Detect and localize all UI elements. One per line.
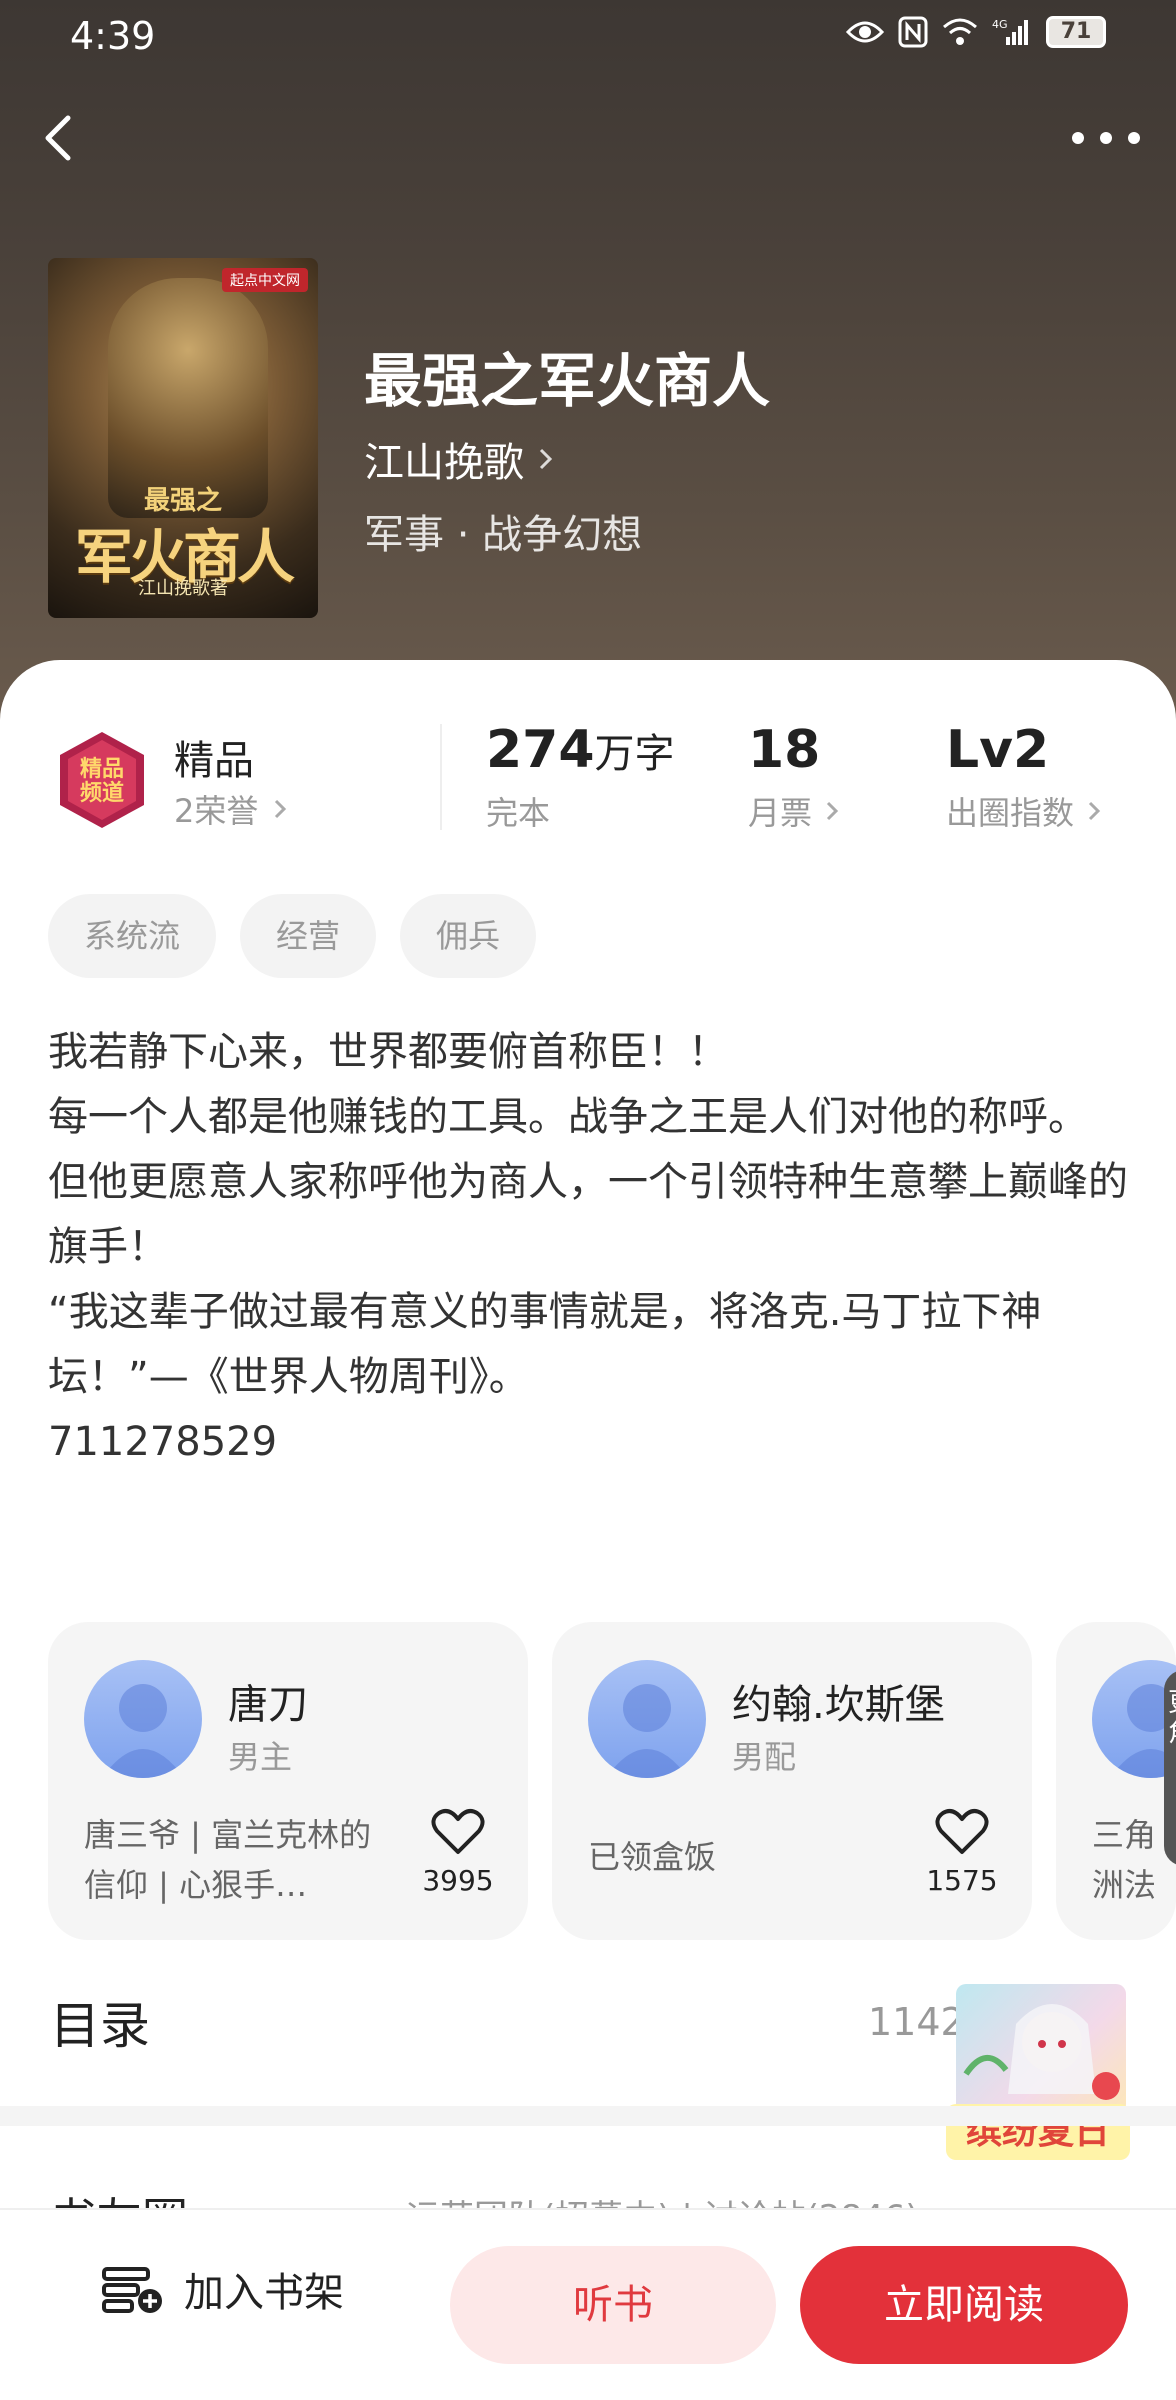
circle-summary: 运营团队(招募中) | 讨论帖(2846) [406, 2190, 919, 2210]
role-like-count: 3995 [422, 1864, 494, 1897]
more-roles-tab[interactable]: 更多角色 [1164, 1670, 1176, 1866]
book-title: 最强之军火商人 [364, 347, 771, 415]
monthly-ticket-value: 18 [748, 720, 821, 780]
add-to-shelf-button[interactable]: 加入书架 [100, 2260, 344, 2318]
chevron-right-icon [539, 448, 553, 470]
book-author-link[interactable]: 江山挽歌 [364, 430, 556, 488]
monthly-ticket-stat[interactable]: 18 月票 [748, 720, 840, 834]
description-line: 我若静下心来，世界都要俯首称臣！！ [48, 1029, 728, 1075]
role-card[interactable]: 约翰.坎斯堡 男配 已领盒饭 1575 [552, 1622, 1032, 1940]
influence-stat[interactable]: Lv2 出圈指数 [946, 720, 1102, 834]
nfc-icon [898, 16, 928, 48]
role-desc: 已领盒饭 [588, 1838, 717, 1876]
role-like-button[interactable]: 1575 [922, 1808, 1002, 1897]
word-count-stat: 274万字 完本 [486, 720, 675, 834]
svg-text:精品: 精品 [80, 756, 124, 782]
honor-count: 2荣誉 [174, 792, 259, 830]
anime-character-image [963, 2004, 1120, 2100]
chevron-right-icon [826, 801, 839, 821]
role-desc: 三角洲法官! [1092, 1816, 1157, 1904]
description-line: 每一个人都是他赚钱的工具。战争之王是人们对他的称呼。 [48, 1094, 1088, 1140]
role-carousel[interactable]: 唐刀 男主 唐三爷 | 富兰克林的信仰 | 心狠手… 3995 约翰.坎斯堡 男… [48, 1622, 1176, 1940]
status-bar: 4:39 4G 71 [0, 0, 1176, 70]
add-to-shelf-label: 加入书架 [184, 2270, 344, 2316]
description-line: 711278529 [48, 1419, 278, 1465]
role-type: 男配 [732, 1738, 797, 1776]
book-author-name: 江山挽歌 [364, 440, 524, 486]
stats-row: 精品 频道 精品 2荣誉 274万字 完本 18 月票 Lv2 出圈指数 [0, 710, 1176, 850]
book-circle-row[interactable]: 书友圈 运营团队(招募中) | 讨论帖(2846) [0, 2150, 1176, 2210]
eye-icon [846, 21, 884, 43]
stats-divider [440, 724, 442, 830]
bottom-action-bar: 加入书架 听书 立即阅读 [0, 2208, 1176, 2400]
influence-label: 出圈指数 [946, 794, 1075, 832]
role-type: 男主 [228, 1738, 293, 1776]
heart-icon [935, 1809, 989, 1854]
toc-label: 目录 [50, 1997, 150, 2055]
svg-text:4G: 4G [992, 18, 1008, 31]
monthly-ticket-label: 月票 [748, 794, 813, 832]
role-like-button[interactable]: 3995 [418, 1808, 498, 1897]
chevron-right-icon [1088, 801, 1101, 821]
role-card[interactable]: 三角洲法官! [1056, 1622, 1176, 1940]
role-name: 约翰.坎斯堡 [732, 1682, 945, 1728]
status-time: 4:39 [70, 14, 156, 58]
quality-badge-icon: 精品 频道 [60, 732, 144, 828]
role-name: 唐刀 [228, 1682, 308, 1728]
status-icons: 4G 71 [846, 16, 1106, 48]
book-description[interactable]: 我若静下心来，世界都要俯首称臣！！ 每一个人都是他赚钱的工具。战争之王是人们对他… [48, 1020, 1138, 1475]
more-dots-icon[interactable] [1066, 118, 1146, 158]
role-avatar [588, 1660, 706, 1778]
promo-art [956, 1984, 1126, 2114]
role-like-count: 1575 [926, 1864, 998, 1897]
chevron-right-icon [275, 799, 287, 819]
tag-list: 系统流 经营 佣兵 [48, 894, 537, 978]
wifi-icon [943, 18, 977, 45]
book-genre: 军事 · 战争幻想 [364, 512, 643, 558]
quality-label: 精品 [174, 738, 254, 784]
book-cover[interactable]: 起点中文网 最强之 军火商人 江山挽歌著 [48, 258, 318, 618]
section-separator [0, 2106, 1176, 2126]
svg-text:频道: 频道 [80, 780, 124, 806]
role-desc: 唐三爷 | 富兰克林的信仰 | 心狠手… [84, 1816, 372, 1904]
description-line: “我这辈子做过最有意义的事情就是，将洛克.马丁拉下神坛！”—《世界人物周刊》。 [48, 1289, 1042, 1400]
influence-value: Lv2 [946, 720, 1050, 780]
battery-indicator: 71 [1046, 16, 1106, 48]
word-count-unit: 万字 [594, 731, 675, 777]
role-avatar [84, 1660, 202, 1778]
tag-chip[interactable]: 经营 [240, 894, 377, 978]
cover-author: 江山挽歌著 [138, 578, 228, 599]
role-card[interactable]: 唐刀 男主 唐三爷 | 富兰克林的信仰 | 心狠手… 3995 [48, 1622, 528, 1940]
heart-icon [431, 1809, 485, 1854]
tag-chip[interactable]: 系统流 [48, 894, 217, 978]
word-count-value: 274 [486, 720, 595, 780]
honor-link[interactable]: 2荣誉 [174, 786, 288, 832]
listen-button[interactable]: 听书 [450, 2246, 776, 2364]
person-silhouette-icon [606, 1684, 688, 1778]
circle-label: 书友圈 [50, 2184, 188, 2210]
summer-promo-widget[interactable]: 缤纷夏日 [946, 1984, 1130, 2164]
publisher-badge: 起点中文网 [222, 268, 308, 292]
signal-icon: 4G [992, 18, 1028, 45]
word-count-label: 完本 [486, 794, 551, 832]
read-now-button[interactable]: 立即阅读 [800, 2246, 1128, 2364]
description-line: 但他更愿意人家称呼他为商人，一个引领特种生意攀上巅峰的旗手！ [48, 1159, 1128, 1270]
add-bookshelf-icon [102, 2267, 162, 2313]
chevron-left-icon[interactable] [30, 108, 90, 168]
person-silhouette-icon [102, 1684, 184, 1778]
tag-chip[interactable]: 佣兵 [400, 894, 537, 978]
